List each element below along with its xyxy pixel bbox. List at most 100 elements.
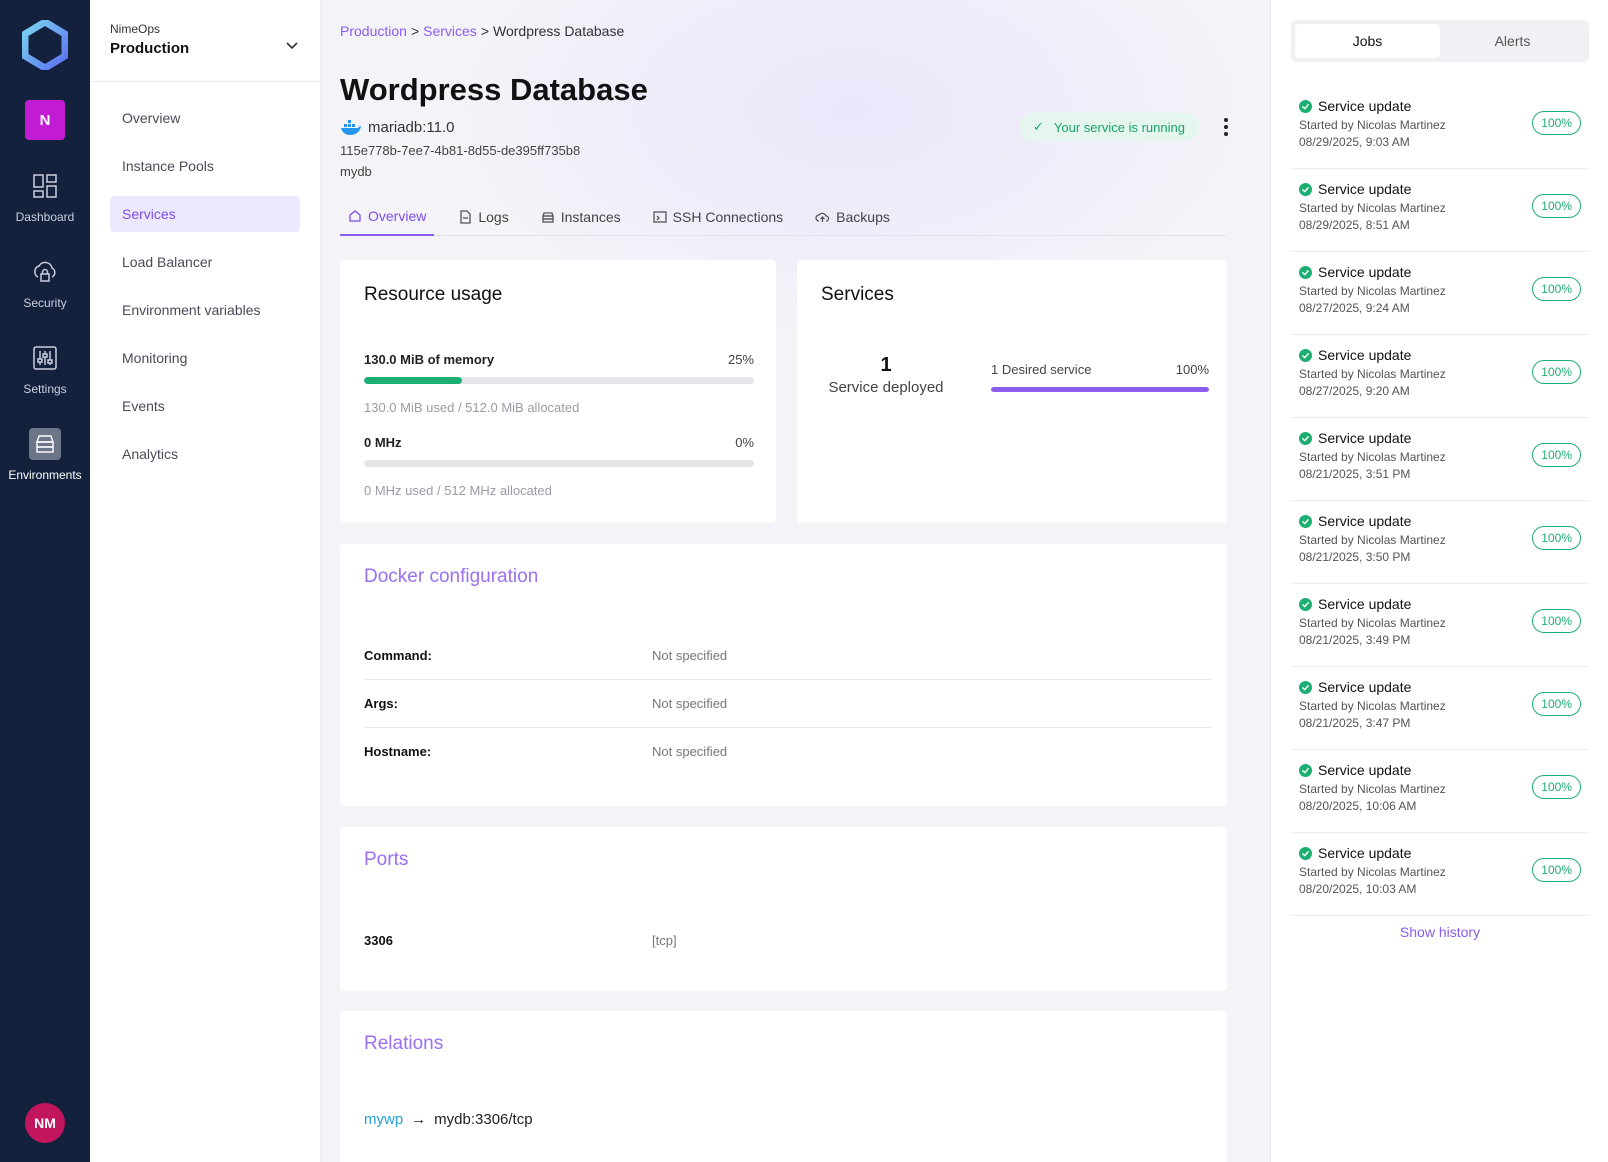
breadcrumb: Production > Services > Wordpress Database bbox=[340, 23, 624, 39]
check-circle-icon bbox=[1299, 680, 1312, 694]
memory-progress-fill bbox=[364, 377, 462, 384]
job-date: 08/21/2025, 3:50 PM bbox=[1299, 550, 1411, 564]
page-title: Wordpress Database bbox=[340, 72, 648, 107]
job-progress-badge: 100% bbox=[1532, 526, 1581, 550]
config-key: Command: bbox=[364, 647, 432, 663]
job-title: Service update bbox=[1318, 430, 1412, 446]
services-card: Services 1 Service deployed 1 Desired se… bbox=[797, 260, 1227, 523]
job-item[interactable]: Service update Started by Nicolas Martine… bbox=[1291, 86, 1589, 169]
user-avatar[interactable]: NM bbox=[25, 1103, 65, 1143]
org-badge[interactable]: N bbox=[25, 100, 65, 140]
check-circle-icon bbox=[1299, 99, 1312, 113]
rail-item-settings[interactable]: Settings bbox=[0, 342, 90, 396]
server-icon bbox=[541, 212, 554, 223]
tab-label: Instances bbox=[560, 209, 621, 225]
subnav-item-monitoring[interactable]: Monitoring bbox=[110, 340, 300, 376]
job-item[interactable]: Service update Started by Nicolas Martine… bbox=[1291, 833, 1589, 916]
subnav-item-instance-pools[interactable]: Instance Pools bbox=[110, 148, 300, 184]
desired-percent: 100% bbox=[1175, 362, 1209, 377]
docker-icon bbox=[341, 119, 361, 135]
subnav-item-events[interactable]: Events bbox=[110, 388, 300, 424]
check-circle-icon bbox=[1299, 846, 1312, 860]
job-item[interactable]: Service update Started by Nicolas Martine… bbox=[1291, 750, 1589, 833]
config-value: Not specified bbox=[652, 647, 728, 663]
job-progress-badge: 100% bbox=[1532, 443, 1581, 467]
breadcrumb-services[interactable]: Services bbox=[423, 23, 477, 39]
tab-ssh-connections[interactable]: SSH Connections bbox=[645, 198, 792, 236]
job-item[interactable]: Service update Started by Nicolas Martine… bbox=[1291, 252, 1589, 335]
job-date: 08/27/2025, 9:24 AM bbox=[1299, 301, 1410, 315]
chevron-down-icon bbox=[286, 42, 298, 50]
cloud-upload-icon bbox=[815, 212, 830, 222]
service-id: 115e778b-7ee7-4b81-8d55-de395ff735b8 bbox=[340, 143, 581, 158]
job-title: Service update bbox=[1318, 845, 1412, 861]
config-row-hostname: Hostname: Not specified bbox=[364, 727, 1212, 776]
check-circle-icon bbox=[1299, 265, 1312, 279]
rail-item-label: Dashboard bbox=[15, 210, 75, 224]
service-detail: Production > Services > Wordpress Database W… bbox=[321, 0, 1270, 1162]
memory-progress-bar bbox=[364, 377, 754, 384]
meter-percent: 0% bbox=[735, 435, 754, 450]
environment-switcher[interactable]: NimeOps Production bbox=[90, 0, 321, 82]
job-item[interactable]: Service update Started by Nicolas Martine… bbox=[1291, 584, 1589, 667]
port-row: 3306 [tcp] bbox=[364, 916, 1212, 965]
home-icon bbox=[349, 210, 361, 222]
rail-item-environments[interactable]: Environments bbox=[0, 428, 90, 482]
job-date: 08/21/2025, 3:47 PM bbox=[1299, 716, 1411, 730]
rail-item-label: Settings bbox=[23, 382, 67, 396]
config-value: Not specified bbox=[652, 744, 728, 759]
subnav-item-load-balancer[interactable]: Load Balancer bbox=[110, 244, 300, 280]
breadcrumb-production[interactable]: Production bbox=[340, 23, 407, 39]
rail-item-security[interactable]: Security bbox=[0, 256, 90, 310]
relation-source-link[interactable]: mywp bbox=[364, 1111, 403, 1128]
tab-overview[interactable]: Overview bbox=[340, 198, 435, 236]
tab-instances[interactable]: Instances bbox=[533, 198, 629, 236]
job-item[interactable]: Service update Started by Nicolas Martine… bbox=[1291, 169, 1589, 252]
subnav-item-services[interactable]: Services bbox=[110, 196, 300, 232]
status-badge: ✓ Your service is running bbox=[1019, 113, 1199, 141]
deployed-label: Service deployed bbox=[828, 379, 944, 396]
jobs-list: Service update Started by Nicolas Martine… bbox=[1291, 86, 1589, 916]
show-history-link[interactable]: Show history bbox=[1291, 924, 1589, 940]
job-date: 08/27/2025, 9:20 AM bbox=[1299, 384, 1410, 398]
job-title: Service update bbox=[1318, 596, 1412, 612]
service-alias: mydb bbox=[340, 164, 372, 179]
relation-target: mydb:3306/tcp bbox=[434, 1111, 533, 1128]
config-value: Not specified bbox=[652, 695, 728, 711]
config-row-command: Command: Not specified bbox=[364, 631, 1212, 680]
subnav-item-environment-variables[interactable]: Environment variables bbox=[110, 292, 300, 328]
job-title: Service update bbox=[1318, 347, 1412, 363]
app-logo[interactable] bbox=[22, 20, 68, 70]
subnav-item-overview[interactable]: Overview bbox=[110, 100, 300, 136]
tab-alerts[interactable]: Alerts bbox=[1440, 24, 1585, 58]
check-circle-icon bbox=[1299, 763, 1312, 777]
card-title: Relations bbox=[364, 1033, 444, 1054]
job-progress-badge: 100% bbox=[1532, 111, 1581, 135]
job-progress-badge: 100% bbox=[1532, 858, 1581, 882]
tab-jobs[interactable]: Jobs bbox=[1295, 24, 1440, 58]
service-image-name: mariadb:11.0 bbox=[368, 119, 455, 136]
more-options-button[interactable] bbox=[1216, 114, 1236, 140]
tab-backups[interactable]: Backups bbox=[807, 198, 898, 236]
job-item[interactable]: Service update Started by Nicolas Martine… bbox=[1291, 501, 1589, 584]
subnav-item-analytics[interactable]: Analytics bbox=[110, 436, 300, 472]
subnav-list: Overview Instance Pools Services Load Ba… bbox=[110, 100, 300, 484]
job-title: Service update bbox=[1318, 98, 1412, 114]
job-item[interactable]: Service update Started by Nicolas Martine… bbox=[1291, 418, 1589, 501]
job-item[interactable]: Service update Started by Nicolas Martine… bbox=[1291, 335, 1589, 418]
desired-label: 1 Desired service bbox=[991, 362, 1092, 377]
cloud-lock-icon bbox=[29, 256, 61, 288]
app-rail: N Dashboard Security Settings Environmen… bbox=[0, 0, 90, 1162]
job-item[interactable]: Service update Started by Nicolas Martine… bbox=[1291, 667, 1589, 750]
tab-label: Logs bbox=[478, 209, 509, 225]
port-number: 3306 bbox=[364, 933, 393, 948]
arrow-right-icon: → bbox=[411, 1111, 427, 1128]
rail-item-dashboard[interactable]: Dashboard bbox=[0, 170, 90, 224]
job-progress-badge: 100% bbox=[1532, 277, 1581, 301]
meter-detail: 130.0 MiB used / 512.0 MiB allocated bbox=[364, 400, 580, 415]
tab-logs[interactable]: Logs bbox=[450, 198, 516, 236]
tab-label: Backups bbox=[836, 209, 890, 225]
org-name: NimeOps bbox=[110, 22, 161, 36]
deployed-number: 1 bbox=[880, 354, 892, 376]
rail-item-label: Environments bbox=[8, 468, 82, 482]
